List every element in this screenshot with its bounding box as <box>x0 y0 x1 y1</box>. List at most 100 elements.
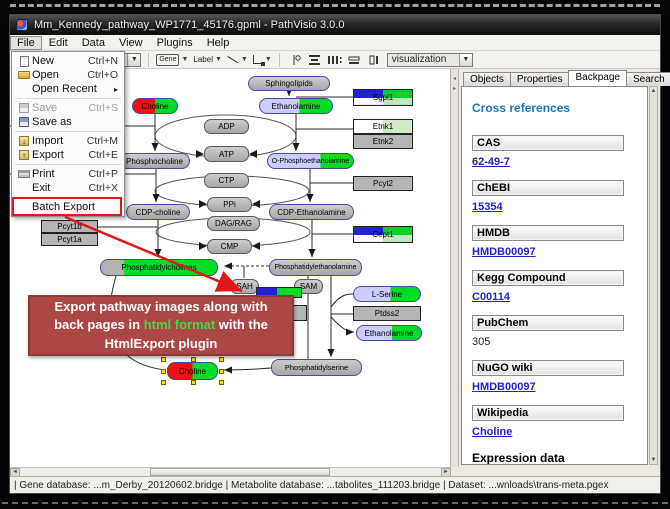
gene-box-pcyt1b[interactable]: Pcyt1b <box>41 220 98 233</box>
open-folder-icon <box>18 71 30 79</box>
menu-view[interactable]: View <box>112 36 150 50</box>
selection-handle[interactable] <box>161 357 166 362</box>
node-label: CMP <box>221 242 239 251</box>
menu-item-open-recent[interactable]: Open Recent▸ <box>12 82 124 96</box>
common-width-icon[interactable] <box>347 54 362 66</box>
gene-box-cept1[interactable]: Cept1 <box>353 226 413 243</box>
scroll-up-icon[interactable]: ▲ <box>651 88 657 94</box>
menu-item-save-as[interactable]: Save as <box>12 115 124 129</box>
node-cdp-ethanolamine[interactable]: CDP-Ethanolamine <box>269 204 354 220</box>
node-l-serine[interactable]: L-Serine <box>353 286 421 302</box>
xref-header: NuGO wiki <box>472 360 624 376</box>
distribute-horizontal-icon[interactable] <box>327 54 342 66</box>
xref-link[interactable]: 15354 <box>472 201 503 213</box>
node-ethanolamine-bottom[interactable]: Ethanolamine <box>356 325 422 341</box>
node-label: SAM <box>300 282 317 291</box>
chevron-down-icon[interactable]: ▼ <box>215 56 222 63</box>
hscroll-thumb[interactable] <box>150 468 330 476</box>
gene-box-etnk2[interactable]: Etnk2 <box>353 134 413 149</box>
xref-link[interactable]: HMDB00097 <box>472 246 536 258</box>
new-file-icon <box>20 56 29 67</box>
gene-box-pcyt2[interactable]: Pcyt2 <box>353 176 413 191</box>
node-atp[interactable]: ATP <box>204 146 249 162</box>
menu-item-batch-export[interactable]: Batch Export <box>12 200 124 214</box>
common-height-icon[interactable] <box>367 54 382 66</box>
menu-item-open[interactable]: OpenCtrl+O <box>12 68 124 82</box>
menu-item-exit[interactable]: ExitCtrl+X <box>12 181 124 195</box>
node-cmp[interactable]: CMP <box>207 239 252 254</box>
menu-item-export[interactable]: ↑ ExportCtrl+E <box>12 148 124 162</box>
node-ethanolamine[interactable]: Ethanolamine <box>259 98 333 114</box>
menu-edit[interactable]: Edit <box>42 36 75 50</box>
node-choline[interactable]: Choline <box>132 98 178 114</box>
gene-box-sgpl1[interactable]: Sgpl1 <box>353 89 413 106</box>
chevron-down-icon[interactable]: ▼ <box>265 56 272 63</box>
zoom-dropdown-icon[interactable]: ▼ <box>127 54 140 66</box>
tab-backpage[interactable]: Backpage <box>568 70 626 86</box>
panel-splitter[interactable]: ◂▸ <box>451 69 459 467</box>
node-cdp-choline[interactable]: CDP-choline <box>126 204 190 220</box>
tab-properties[interactable]: Properties <box>510 72 570 86</box>
canvas-hscrollbar[interactable]: ◄ ► <box>10 467 451 476</box>
node-label: Etnk2 <box>373 137 393 146</box>
gene-box-ptdss2[interactable]: Ptdss2 <box>353 306 421 321</box>
selection-handle[interactable] <box>219 380 224 385</box>
menu-item-import[interactable]: ↓ ImportCtrl+M <box>12 134 124 148</box>
menu-file[interactable]: File <box>10 36 42 50</box>
selection-handle[interactable] <box>191 357 196 362</box>
connector-tool-button[interactable]: ▼ <box>253 55 272 64</box>
label-tool-button[interactable]: Label ▼ <box>193 55 222 64</box>
menu-item-print[interactable]: PrintCtrl+P <box>12 167 124 181</box>
node-o-phosphoethanolamine[interactable]: O-Phosphoethanolamine <box>267 153 354 169</box>
menu-help[interactable]: Help <box>200 36 237 50</box>
node-choline-selected[interactable]: Choline <box>167 362 218 380</box>
xref-link[interactable]: C00114 <box>472 291 510 303</box>
node-phosphatidylcholines[interactable]: Phosphatidylcholines <box>100 259 218 276</box>
visualization-dropdown-icon[interactable]: ▼ <box>459 54 472 66</box>
node-sah[interactable]: SAH <box>230 279 259 294</box>
node-ppi[interactable]: PPi <box>207 197 252 212</box>
line-tool-button[interactable]: ▼ <box>227 55 248 65</box>
pathvisio-icon <box>16 19 28 31</box>
menu-bar: File Edit Data View Plugins Help <box>10 35 660 51</box>
xref-link[interactable]: HMDB00097 <box>472 381 536 393</box>
gene-box-etnk1[interactable]: Etnk1 <box>353 119 413 134</box>
selection-handle[interactable] <box>191 380 196 385</box>
align-center-x-icon[interactable] <box>287 54 302 66</box>
selection-handle[interactable] <box>161 380 166 385</box>
node-dag[interactable]: DAG/RAG <box>207 216 260 231</box>
node-label: DAG/RAG <box>215 219 252 228</box>
xref-link[interactable]: 62-49-7 <box>472 156 510 168</box>
gene-tool-button[interactable]: Gene ▼ <box>156 54 188 66</box>
scroll-down-icon[interactable]: ▼ <box>651 457 657 463</box>
tab-objects[interactable]: Objects <box>463 72 511 86</box>
xref-header: HMDB <box>472 225 624 241</box>
xref-section-cas: CAS 62-49-7 <box>472 135 641 168</box>
node-label: Phosphatidylcholines <box>121 263 196 272</box>
menu-data[interactable]: Data <box>75 36 112 50</box>
distribute-vertical-icon[interactable] <box>307 54 322 66</box>
chevron-down-icon[interactable]: ▼ <box>181 56 188 63</box>
xref-section-chebi: ChEBI 15354 <box>472 180 641 213</box>
title-bar[interactable]: Mm_Kennedy_pathway_WP1771_45176.gpml - P… <box>10 15 660 35</box>
menu-item-save[interactable]: SaveCtrl+S <box>12 101 124 115</box>
node-ctp[interactable]: CTP <box>204 173 249 188</box>
chevron-down-icon[interactable]: ▼ <box>241 56 248 63</box>
node-phosphocholine[interactable]: Phosphocholine <box>119 153 190 169</box>
selection-handle[interactable] <box>219 357 224 362</box>
menu-item-new[interactable]: NewCtrl+N <box>12 54 124 68</box>
tab-search[interactable]: Search <box>626 72 670 86</box>
expression-data-heading: Expression data <box>472 451 641 465</box>
selection-handle[interactable] <box>161 369 166 374</box>
xref-link[interactable]: Choline <box>472 426 512 438</box>
node-adp[interactable]: ADP <box>204 119 249 134</box>
node-phosphatidylserine[interactable]: Phosphatidylserine <box>271 359 362 376</box>
gene-box-pcyt1a[interactable]: Pcyt1a <box>41 233 98 246</box>
menu-plugins[interactable]: Plugins <box>150 36 200 50</box>
node-sphingolipids[interactable]: Sphingolipids <box>248 76 330 91</box>
node-label: Phosphatidylserine <box>285 363 348 372</box>
selection-handle[interactable] <box>219 369 224 374</box>
sidebar-scrollbar[interactable]: ▲ ▼ <box>649 86 658 465</box>
node-phosphatidylethanolamine[interactable]: Phosphatidylethanolamine <box>269 259 362 276</box>
visualization-combobox[interactable]: visualization ▼ <box>387 53 473 67</box>
